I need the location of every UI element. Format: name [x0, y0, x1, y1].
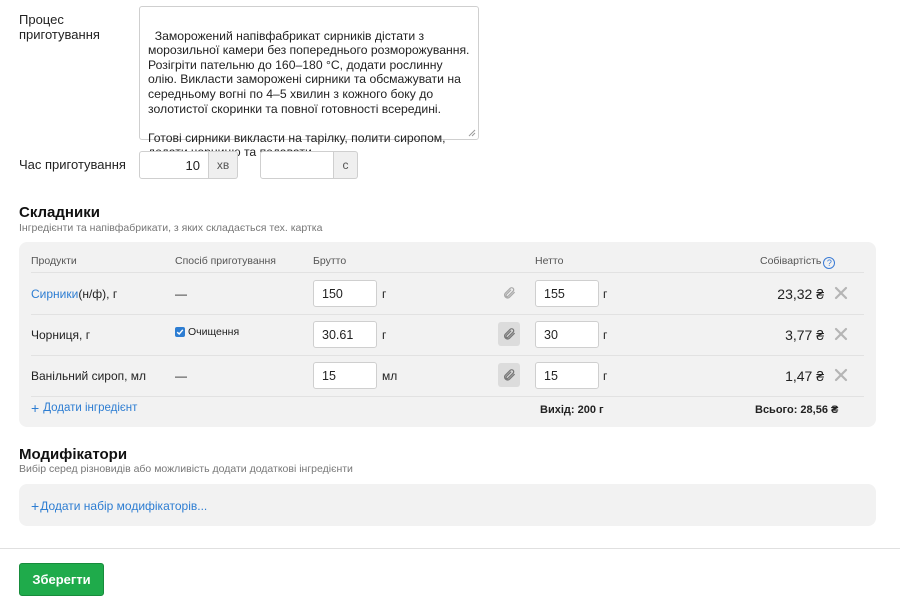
product-link[interactable]: Сирники [31, 287, 78, 301]
cost-value: 3,77 ₴ [785, 326, 824, 343]
gross-unit: г [382, 327, 387, 342]
net-input[interactable]: 155 [535, 280, 599, 307]
gross-unit: г [382, 286, 387, 301]
help-icon[interactable]: ? [823, 257, 836, 269]
paperclip-icon[interactable] [498, 322, 520, 346]
cook-time-seconds-input[interactable] [260, 151, 334, 179]
process-label: Процес приготування [19, 12, 100, 42]
net-unit: г [603, 368, 608, 383]
delete-icon[interactable] [834, 327, 848, 341]
gross-input[interactable]: 150 [313, 280, 377, 307]
add-ingredient-button[interactable]: + Додати інгредієнт [31, 401, 137, 415]
table-row: Чорниця, г Очищення 30.61 г 30 г 3,77 ₴ [19, 314, 876, 355]
total-summary: Всього: 28,56 ₴ [755, 404, 839, 416]
cook-time-label: Час приготування [19, 157, 126, 172]
method-label: Очищення [188, 325, 240, 338]
add-modifier-set-label: Додати набір модифікаторів... [40, 499, 208, 513]
delete-icon[interactable] [834, 368, 848, 382]
gross-unit: мл [382, 368, 398, 383]
method-cell: — [175, 368, 187, 383]
process-textarea[interactable]: Заморожений напівфабрикат сирників діста… [139, 6, 479, 159]
cost-value: 23,32 ₴ [777, 285, 824, 302]
header-method: Спосіб приготування [175, 255, 276, 267]
net-unit: г [603, 327, 608, 342]
seconds-unit: с [334, 151, 358, 179]
table-row: Сирники (н/ф), г — 150 г 155 г 23,32 ₴ [19, 273, 876, 314]
product-cell: Чорниця, г [31, 327, 91, 342]
cook-time-minutes-input[interactable]: 10 [139, 151, 209, 179]
header-product: Продукти [31, 255, 77, 267]
add-modifier-set-button[interactable]: + Додати набір модифікаторів... [31, 499, 207, 513]
cost-value: 1,47 ₴ [785, 367, 824, 384]
table-row: Ванільний сироп, мл — 15 мл 15 г 1,47 ₴ [19, 355, 876, 396]
delete-icon[interactable] [834, 286, 848, 300]
footer-divider [0, 548, 900, 549]
method-cell: Очищення [175, 311, 239, 352]
product-suffix: (н/ф), г [78, 286, 118, 301]
resize-grip-icon[interactable] [468, 129, 476, 137]
minutes-unit: хв [209, 151, 238, 179]
divider [31, 396, 864, 397]
gross-input[interactable]: 30.61 [313, 321, 377, 348]
plus-icon: + [31, 400, 40, 416]
gross-input[interactable]: 15 [313, 362, 377, 389]
net-unit: г [603, 286, 608, 301]
header-net: Нетто [535, 255, 564, 267]
method-checkbox[interactable] [175, 326, 185, 337]
ingredients-subtitle: Інгредієнти та напівфабрикати, з яких ск… [19, 222, 323, 234]
ingredients-panel: Продукти Спосіб приготування Брутто Нетт… [19, 242, 876, 427]
header-gross: Брутто [313, 255, 347, 267]
product-cell: Ванільний сироп, мл [31, 368, 147, 383]
modifiers-panel: + Додати набір модифікаторів... [19, 484, 876, 526]
check-icon [176, 328, 184, 335]
header-cost: Собівартість? [760, 255, 836, 269]
ingredients-title: Складники [19, 204, 100, 221]
cook-time-seconds-group: с [260, 151, 358, 179]
modifiers-subtitle: Вибір серед різновидів або можливість до… [19, 463, 353, 475]
add-ingredient-label: Додати інгредієнт [43, 402, 138, 414]
cook-time-minutes-group: 10 хв [139, 151, 238, 179]
paperclip-icon[interactable] [498, 363, 520, 387]
paperclip-icon[interactable] [498, 281, 520, 305]
method-cell: — [175, 286, 187, 301]
product-cell: Сирники (н/ф), г [31, 273, 117, 314]
header-cost-label: Собівартість [760, 255, 822, 267]
output-summary: Вихід: 200 г [540, 404, 604, 416]
plus-icon: + [31, 498, 40, 514]
process-text: Заморожений напівфабрикат сирників діста… [148, 28, 470, 160]
net-input[interactable]: 15 [535, 362, 599, 389]
net-input[interactable]: 30 [535, 321, 599, 348]
save-button[interactable]: Зберегти [19, 563, 104, 596]
modifiers-title: Модифікатори [19, 446, 128, 463]
